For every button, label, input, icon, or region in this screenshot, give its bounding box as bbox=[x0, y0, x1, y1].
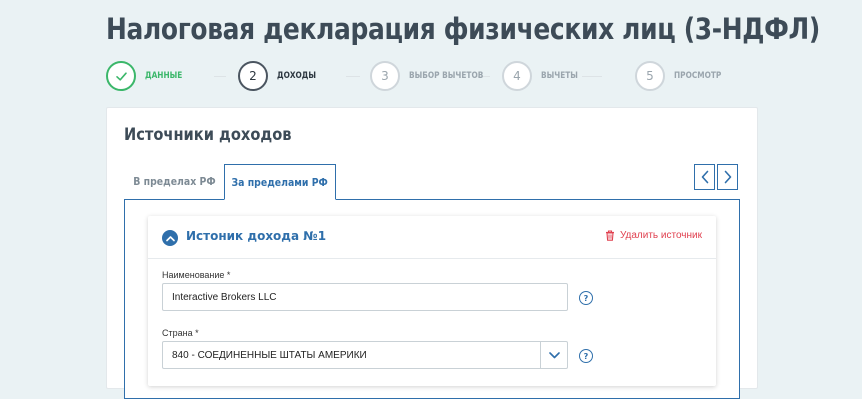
step-number: 2 bbox=[238, 61, 268, 91]
step-data[interactable]: ДАННЫЕ bbox=[106, 61, 191, 91]
section-title: Источники доходов bbox=[124, 125, 292, 145]
income-sources-card: Источники доходов В пределах РФ За преде… bbox=[106, 107, 758, 399]
income-source-card: Истоник дохода №1 Удалить источник Наиме… bbox=[148, 216, 716, 386]
step-number: 5 bbox=[635, 61, 665, 91]
delete-source-button[interactable]: Удалить источник bbox=[605, 230, 702, 241]
country-select[interactable]: 840 - СОЕДИНЕННЫЕ ШТАТЫ АМЕРИКИ bbox=[162, 341, 568, 369]
tab-outside-russia[interactable]: За пределами РФ bbox=[224, 164, 336, 200]
chevron-down-icon bbox=[540, 342, 567, 368]
step-preview[interactable]: 5 ПРОСМОТР bbox=[635, 61, 732, 91]
chevron-left-icon bbox=[701, 170, 708, 184]
step-label: ДАННЫЕ bbox=[145, 71, 183, 81]
tab-label: За пределами РФ bbox=[231, 175, 329, 189]
country-value: 840 - СОЕДИНЕННЫЕ ШТАТЫ АМЕРИКИ bbox=[172, 349, 367, 361]
country-label: Страна * bbox=[162, 328, 199, 338]
step-number: 4 bbox=[502, 61, 532, 91]
step-divider bbox=[346, 76, 360, 77]
next-tab-button[interactable] bbox=[717, 164, 738, 190]
help-icon[interactable]: ? bbox=[579, 349, 593, 363]
income-source-header: Истоник дохода №1 Удалить источник bbox=[148, 216, 716, 259]
name-label: Наименование * bbox=[162, 270, 231, 280]
help-icon[interactable]: ? bbox=[579, 291, 593, 305]
step-label: ВЫЧЕТЫ bbox=[541, 71, 578, 81]
name-field[interactable]: Interactive Brokers LLC bbox=[162, 283, 568, 311]
step-deductions[interactable]: 4 ВЫЧЕТЫ bbox=[502, 61, 586, 91]
prev-tab-button[interactable] bbox=[694, 164, 715, 190]
name-value: Interactive Brokers LLC bbox=[172, 291, 277, 303]
step-label: ПРОСМОТР bbox=[674, 71, 722, 81]
tab-inside-russia[interactable]: В пределах РФ bbox=[124, 164, 224, 199]
income-source-title: Истоник дохода №1 bbox=[186, 229, 327, 243]
tab-panel: Истоник дохода №1 Удалить источник Наиме… bbox=[124, 199, 740, 399]
step-choose-deductions[interactable]: 3 ВЫБОР ВЫЧЕТОВ bbox=[370, 61, 500, 91]
step-income[interactable]: 2 ДОХОДЫ bbox=[238, 61, 325, 91]
tab-label: В пределах РФ bbox=[132, 175, 216, 188]
step-number: 3 bbox=[370, 61, 400, 91]
check-icon bbox=[106, 61, 136, 91]
page-title: Налоговая декларация физических лиц (3-Н… bbox=[106, 12, 820, 46]
delete-source-label: Удалить источник bbox=[619, 230, 702, 241]
trash-icon bbox=[605, 230, 614, 241]
chevron-right-icon bbox=[724, 170, 731, 184]
step-label: ДОХОДЫ bbox=[277, 71, 317, 81]
progress-stepper: ДАННЫЕ 2 ДОХОДЫ 3 ВЫБОР ВЫЧЕТОВ 4 ВЫЧЕТЫ… bbox=[106, 61, 746, 91]
step-divider bbox=[214, 76, 226, 77]
collapse-button[interactable] bbox=[162, 230, 178, 246]
chevron-up-icon bbox=[165, 235, 175, 241]
step-label: ВЫБОР ВЫЧЕТОВ bbox=[409, 71, 484, 81]
